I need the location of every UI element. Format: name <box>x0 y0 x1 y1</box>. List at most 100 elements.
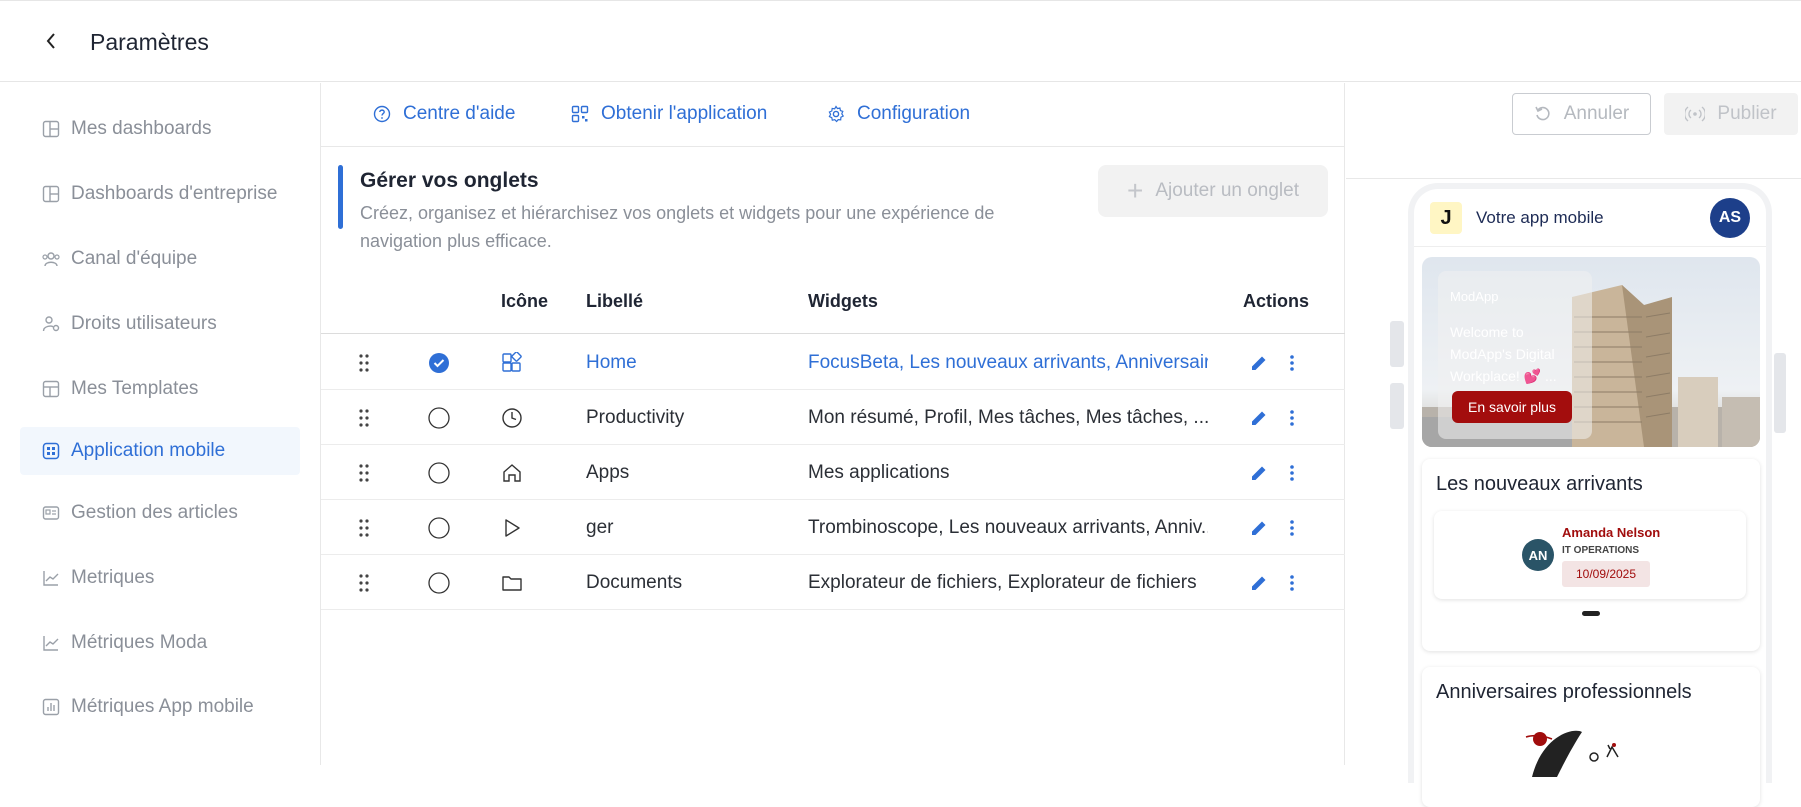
dashboard-icon <box>42 185 60 203</box>
radio-unchecked-icon[interactable] <box>427 500 451 555</box>
row-label: Apps <box>586 461 630 483</box>
sidebar-item-label: Application mobile <box>71 440 226 461</box>
sidebar-item-metriques-app-mobile[interactable]: Métriques App mobile <box>20 683 300 731</box>
drag-handle-icon[interactable] <box>359 335 369 390</box>
sidebar-item-metriques[interactable]: Metriques <box>20 554 300 602</box>
row-widgets: Mes applications <box>808 461 950 483</box>
sidebar-item-dashboards-entreprise[interactable]: Dashboards d'entreprise <box>20 170 300 218</box>
phone-side-button <box>1390 383 1404 429</box>
row-label: Productivity <box>586 406 685 428</box>
anniversaries-widget: Anniversaires professionnels <box>1422 667 1760 807</box>
more-options-icon[interactable] <box>1289 500 1301 555</box>
get-app-label: Obtenir l'application <box>601 103 768 124</box>
sidebar-item-label: Dashboards d'entreprise <box>71 183 278 204</box>
clock-icon <box>501 390 531 445</box>
more-options-icon[interactable] <box>1289 445 1301 500</box>
phone-side-button <box>1390 321 1404 367</box>
help-icon <box>373 105 391 123</box>
mobile-app-icon <box>42 442 60 460</box>
column-header-label: Libellé <box>586 291 644 311</box>
edit-pencil-icon[interactable] <box>1249 390 1273 445</box>
sidebar-item-canal-equipe[interactable]: Canal d'équipe <box>20 235 300 283</box>
more-options-icon[interactable] <box>1289 390 1301 445</box>
articles-icon <box>42 506 60 520</box>
preview-panel: Annuler Publier J Votre app mobile AS Mo… <box>1346 83 1801 807</box>
table-row: Home FocusBeta, Les nouveaux arrivants, … <box>321 335 1345 390</box>
template-icon <box>42 380 60 398</box>
sidebar-item-mes-templates[interactable]: Mes Templates <box>20 365 300 413</box>
learn-more-button[interactable]: En savoir plus <box>1452 391 1572 423</box>
chart-icon <box>43 636 59 651</box>
sidebar-item-label: Mes dashboards <box>71 118 212 139</box>
preview-actions-bar: Annuler Publier <box>1346 83 1801 179</box>
drag-handle-icon[interactable] <box>359 390 369 445</box>
row-widgets: Trombinoscope, Les nouveaux arrivants, A… <box>808 516 1208 538</box>
edit-pencil-icon[interactable] <box>1249 500 1273 555</box>
row-label: Documents <box>586 571 683 593</box>
phone-preview: J Votre app mobile AS ModApp Welcome to … <box>1408 183 1772 807</box>
radio-unchecked-icon[interactable] <box>427 390 451 445</box>
widget-title: Les nouveaux arrivants <box>1436 473 1643 495</box>
table-row: Productivity Mon résumé, Profil, Mes tâc… <box>321 390 1345 445</box>
row-label: ger <box>586 516 614 538</box>
more-options-icon[interactable] <box>1289 555 1301 610</box>
get-app-link[interactable]: Obtenir l'application <box>571 103 767 125</box>
drag-handle-icon[interactable] <box>359 445 369 500</box>
sidebar-item-droits-utilisateurs[interactable]: Droits utilisateurs <box>20 300 300 348</box>
carousel-indicator[interactable] <box>1582 611 1600 616</box>
sidebar-item-label: Métriques App mobile <box>71 696 254 717</box>
app-header: J Votre app mobile AS <box>1414 189 1766 247</box>
radio-checked-icon[interactable] <box>427 335 451 390</box>
more-options-icon[interactable] <box>1289 335 1301 390</box>
edit-pencil-icon[interactable] <box>1249 555 1273 610</box>
add-tab-button[interactable]: + Ajouter un onglet <box>1098 165 1328 217</box>
configuration-label: Configuration <box>857 103 971 124</box>
cancel-button[interactable]: Annuler <box>1512 93 1651 135</box>
dashboard-icon <box>42 120 60 138</box>
plus-icon: + <box>1126 175 1144 206</box>
edit-pencil-icon[interactable] <box>1249 445 1273 500</box>
sidebar-item-mes-dashboards[interactable]: Mes dashboards <box>20 105 300 153</box>
gear-icon <box>828 105 845 123</box>
cancel-label: Annuler <box>1563 103 1630 124</box>
drag-handle-icon[interactable] <box>359 500 369 555</box>
column-header-icon: Icône <box>501 291 549 311</box>
play-icon <box>501 500 531 555</box>
sidebar-item-gestion-articles[interactable]: Gestion des articles <box>20 489 300 537</box>
broadcast-icon <box>1685 106 1706 122</box>
main-panel: Centre d'aide Obtenir l'application Conf… <box>321 83 1345 765</box>
publish-button[interactable]: Publier <box>1664 93 1798 135</box>
chart-icon <box>43 571 59 586</box>
manage-tabs-section: Gérer vos onglets Créez, organisez et hi… <box>338 165 1328 265</box>
sidebar-item-label: Mes Templates <box>71 378 199 399</box>
edit-pencil-icon[interactable] <box>1249 335 1273 390</box>
app-logo: J <box>1430 202 1462 234</box>
home-icon <box>501 445 531 500</box>
radio-unchecked-icon[interactable] <box>427 445 451 500</box>
drag-handle-icon[interactable] <box>359 555 369 610</box>
avatar: AS <box>1710 198 1750 238</box>
section-description: Créez, organisez et hiérarchisez vos ong… <box>360 203 995 251</box>
back-arrow-icon[interactable] <box>40 30 62 52</box>
sidebar-item-application-mobile[interactable]: Application mobile <box>20 427 300 475</box>
newcomer-card[interactable]: AN Amanda Nelson IT OPERATIONS 10/09/202… <box>1434 511 1746 599</box>
banner-text: Welcome to ModApp's Digital Workplace! 💕… <box>1450 324 1557 384</box>
top-links-bar: Centre d'aide Obtenir l'application Conf… <box>321 83 1345 147</box>
sidebar-item-label: Canal d'équipe <box>71 248 198 269</box>
phone-side-button <box>1774 353 1786 433</box>
sidebar-item-label: Gestion des articles <box>71 502 238 523</box>
sidebar-item-metriques-moda[interactable]: Métriques Moda <box>20 619 300 667</box>
column-header-widgets: Widgets <box>808 291 878 311</box>
person-date: 10/09/2025 <box>1562 561 1650 587</box>
row-widgets: Explorateur de fichiers, Explorateur de … <box>808 571 1197 593</box>
row-widgets: FocusBeta, Les nouveaux arrivants, Anniv… <box>808 351 1208 373</box>
help-center-link[interactable]: Centre d'aide <box>373 103 515 125</box>
person-name: Amanda Nelson <box>1562 525 1661 540</box>
configuration-link[interactable]: Configuration <box>827 103 970 125</box>
person-department: IT OPERATIONS <box>1562 545 1640 556</box>
user-rights-icon <box>42 316 60 332</box>
undo-icon <box>1535 106 1550 121</box>
team-icon <box>42 252 60 267</box>
radio-unchecked-icon[interactable] <box>427 555 451 610</box>
grid-plus-icon <box>501 335 531 390</box>
